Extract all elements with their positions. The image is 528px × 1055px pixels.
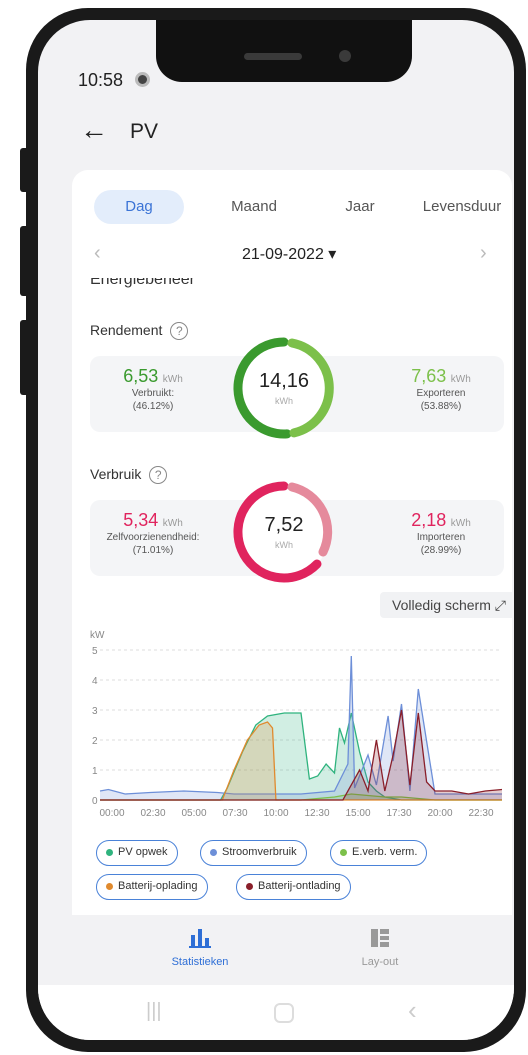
legend-batterij-ontlading[interactable]: Batterij-ontlading bbox=[236, 874, 351, 900]
legend-e-verb-verm[interactable]: E.verb. verm. bbox=[330, 840, 428, 866]
x-tick-label: 00:00 bbox=[99, 808, 124, 819]
verbruik-import-label: Importeren bbox=[416, 532, 466, 543]
nav-statistieken-label: Statistieken bbox=[171, 956, 229, 968]
recents-icon[interactable]: ||| bbox=[146, 1000, 162, 1023]
power-chart: kW 0 1 2 3 4 5 00:00 02:30 05:00 07:30 10:00 12:30 15… bbox=[90, 630, 503, 819]
rendement-used: 6,53 kWh Verbruikt: (46.12%) bbox=[98, 366, 208, 413]
system-nav-bar: ||| ‹ bbox=[38, 985, 514, 1040]
legend-pv-opwek[interactable]: PV opwek bbox=[96, 840, 178, 866]
legend-label: Stroomverbruik bbox=[222, 846, 297, 858]
rendement-used-value: 6,53 bbox=[123, 366, 159, 386]
page-title: PV bbox=[130, 120, 159, 143]
home-icon[interactable] bbox=[274, 1003, 294, 1023]
notch bbox=[156, 20, 412, 82]
chevron-left-icon[interactable]: ‹ bbox=[94, 242, 101, 265]
x-tick-label: 17:30 bbox=[386, 808, 411, 819]
legend-dot bbox=[106, 882, 113, 890]
verbruik-self-unit: kWh bbox=[162, 518, 183, 529]
rendement-ring: 14,16 kWh bbox=[232, 336, 336, 440]
date-dropdown[interactable]: 21-09-2022 ▾ bbox=[242, 244, 336, 264]
content-card: Dag Maand Jaar Levensduur ‹ 21-09-2022 ▾… bbox=[72, 170, 512, 915]
verbruik-self-label: Zelfvoorzienendheid: bbox=[106, 532, 200, 543]
date-selector: ‹ 21-09-2022 ▾ › bbox=[72, 242, 512, 266]
verbruik-self-percent: (71.01%) bbox=[132, 545, 174, 556]
back-icon[interactable]: ‹ bbox=[408, 995, 417, 1026]
verbruik-label-row: Verbruik ? bbox=[90, 466, 168, 485]
bottom-nav: Statistieken Lay-out bbox=[38, 915, 514, 985]
rendement-export-percent: (53.88%) bbox=[420, 401, 462, 412]
x-tick-label: 10:00 bbox=[263, 808, 288, 819]
verbruik-label: Verbruik bbox=[90, 466, 142, 482]
legend-dot bbox=[340, 848, 347, 856]
series-area bbox=[100, 713, 502, 800]
rendement-export: 7,63 kWh Exporteren (53.88%) bbox=[386, 366, 496, 413]
screen: 10:58 ← PV Dag Maand Jaar Levensduur ‹ 2… bbox=[38, 20, 514, 1040]
verbruik-import: 2,18 kWh Importeren (28.99%) bbox=[386, 510, 496, 557]
x-tick-label: 07:30 bbox=[222, 808, 247, 819]
legend-batterij-oplading[interactable]: Batterij-oplading bbox=[96, 874, 208, 900]
section-heading: Energiebeheer bbox=[90, 278, 195, 288]
verbruik-total-unit: kWh bbox=[275, 540, 293, 550]
nav-lay-out-label: Lay-out bbox=[361, 956, 399, 968]
x-tick-label: 05:00 bbox=[181, 808, 206, 819]
y-tick-label: 3 bbox=[92, 706, 98, 717]
verbruik-self-value: 5,34 bbox=[123, 510, 159, 530]
fullscreen-button[interactable]: Volledig scherm ⤢ bbox=[380, 592, 512, 618]
tab-jaar[interactable]: Jaar bbox=[330, 190, 390, 224]
nav-lay-out[interactable]: Lay-out bbox=[330, 927, 430, 968]
y-tick-label: 5 bbox=[92, 646, 98, 657]
rendement-total-value: 14,16 bbox=[258, 370, 310, 392]
verbruik-ring: 7,52 kWh bbox=[232, 480, 336, 584]
rendement-export-unit: kWh bbox=[450, 374, 471, 385]
chevron-right-icon[interactable]: › bbox=[480, 242, 487, 265]
rendement-export-value: 7,63 bbox=[411, 366, 447, 386]
tab-levensduur[interactable]: Levensduur bbox=[412, 190, 512, 224]
nav-statistieken[interactable]: Statistieken bbox=[150, 927, 250, 968]
period-tabs: Dag Maand Jaar Levensduur bbox=[72, 190, 512, 224]
y-tick-label: 4 bbox=[92, 676, 98, 687]
rendement-used-percent: (46.12%) bbox=[132, 401, 174, 412]
status-time: 10:58 bbox=[78, 70, 124, 90]
verbruik-import-unit: kWh bbox=[450, 518, 471, 529]
rendement-label-row: Rendement ? bbox=[90, 322, 189, 341]
layout-icon bbox=[371, 929, 389, 947]
legend-label: Batterij-ontlading bbox=[258, 880, 341, 892]
y-tick-label: 2 bbox=[92, 736, 98, 747]
notification-icon bbox=[135, 72, 150, 87]
tab-maand[interactable]: Maand bbox=[214, 190, 294, 224]
rendement-total-unit: kWh bbox=[275, 396, 293, 406]
legend-dot bbox=[106, 848, 113, 856]
help-icon[interactable]: ? bbox=[149, 466, 168, 485]
x-tick-label: 22:30 bbox=[468, 808, 493, 819]
phone-frame: 10:58 ← PV Dag Maand Jaar Levensduur ‹ 2… bbox=[26, 8, 526, 1052]
legend-dot bbox=[210, 848, 217, 856]
front-camera bbox=[339, 50, 351, 62]
x-tick-label: 12:30 bbox=[304, 808, 329, 819]
legend-label: PV opwek bbox=[118, 846, 168, 858]
legend-dot bbox=[246, 882, 253, 890]
rendement-used-unit: kWh bbox=[162, 374, 183, 385]
speaker-grill bbox=[244, 53, 302, 60]
rendement-used-label: Verbruikt: bbox=[131, 388, 175, 399]
x-tick-label: 20:00 bbox=[427, 808, 452, 819]
help-icon[interactable]: ? bbox=[170, 322, 189, 341]
x-tick-label: 02:30 bbox=[140, 808, 165, 819]
legend-label: Batterij-oplading bbox=[118, 880, 198, 892]
y-axis-label: kW bbox=[90, 630, 105, 641]
rendement-label: Rendement bbox=[90, 322, 163, 338]
verbruik-import-value: 2,18 bbox=[411, 510, 447, 530]
y-tick-label: 0 bbox=[92, 796, 98, 807]
x-tick-label: 15:00 bbox=[345, 808, 370, 819]
legend-stroomverbruik[interactable]: Stroomverbruik bbox=[200, 840, 307, 866]
verbruik-self: 5,34 kWh Zelfvoorzienendheid: (71.01%) bbox=[98, 510, 208, 557]
rendement-export-label: Exporteren bbox=[416, 388, 466, 399]
tab-dag[interactable]: Dag bbox=[94, 190, 184, 224]
verbruik-total-value: 7,52 bbox=[264, 514, 304, 536]
verbruik-import-percent: (28.99%) bbox=[420, 545, 462, 556]
bar-chart-icon bbox=[189, 929, 211, 948]
legend-label: E.verb. verm. bbox=[352, 846, 418, 858]
y-tick-label: 1 bbox=[92, 766, 98, 777]
back-arrow-icon[interactable]: ← bbox=[80, 116, 108, 144]
